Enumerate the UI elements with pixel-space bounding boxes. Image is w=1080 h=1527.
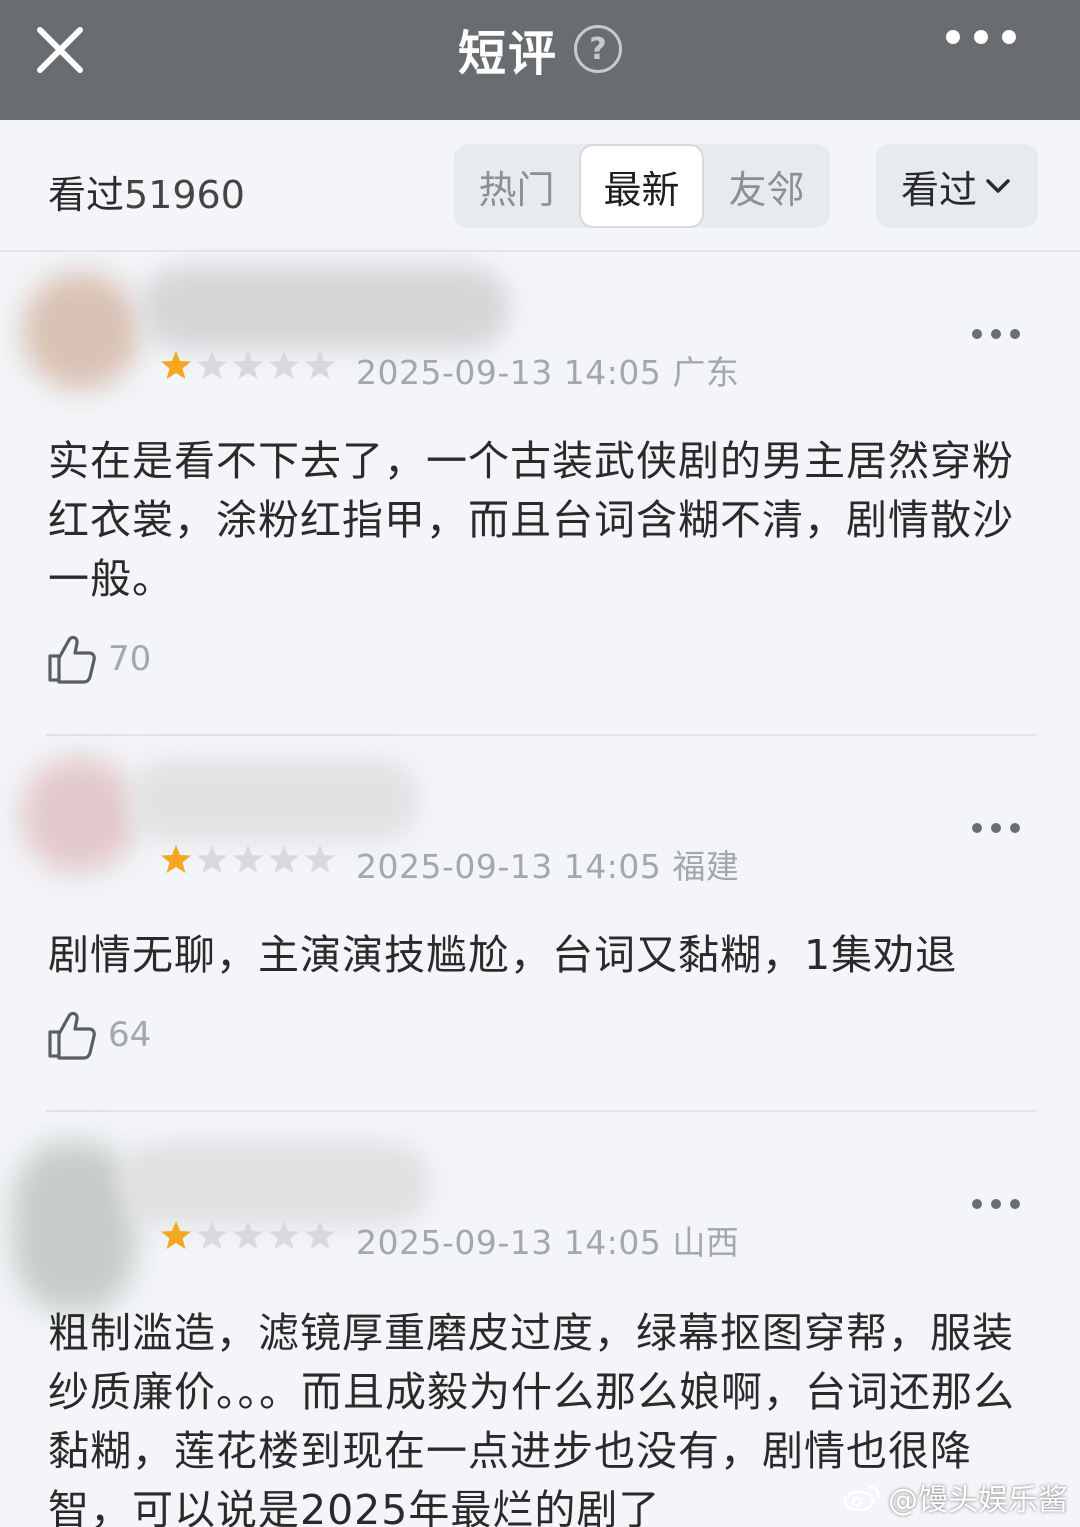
dot-icon xyxy=(1010,329,1020,339)
help-icon[interactable]: ? xyxy=(574,25,622,73)
review-more-button[interactable] xyxy=(972,329,1020,339)
review-text: 剧情无聊，主演演技尴尬，台词又黏糊，1集劝退 xyxy=(48,931,958,979)
review-text: 实在是看不下去了，一个古装武侠剧的男主居然穿粉红衣裳，涂粉红指甲，而且台词含糊不… xyxy=(48,437,1014,603)
avatar xyxy=(20,756,138,874)
rating-stars xyxy=(160,1219,336,1251)
star-empty-icon xyxy=(233,845,263,873)
rating-stars xyxy=(160,843,336,875)
top-bar: 短评 ? xyxy=(0,0,1080,120)
star-empty-icon xyxy=(269,1221,299,1249)
star-empty-icon xyxy=(197,845,227,873)
review-location: 广东 xyxy=(672,353,740,392)
dot-icon xyxy=(972,823,982,833)
dot-icon xyxy=(991,1199,1001,1209)
like-count: 70 xyxy=(108,639,152,679)
star-empty-icon xyxy=(233,351,263,379)
status-filter-label: 看过 xyxy=(900,167,977,212)
dot-icon xyxy=(1010,1199,1020,1209)
star-empty-icon xyxy=(269,351,299,379)
review-date: 2025-09-13 14:05 xyxy=(356,847,662,886)
status-filter-dropdown[interactable]: 看过 xyxy=(876,144,1038,228)
review-date: 2025-09-13 14:05 xyxy=(356,1223,662,1262)
dot-icon xyxy=(991,823,1001,833)
star-empty-icon xyxy=(269,845,299,873)
thumbs-up-icon xyxy=(48,1011,96,1060)
tab-hot[interactable]: 热门 xyxy=(454,144,579,228)
dot-icon xyxy=(974,30,988,44)
close-icon xyxy=(37,27,83,73)
star-filled-icon xyxy=(161,845,191,873)
username-blurred xyxy=(140,266,510,350)
review-meta: 2025-09-13 14:05 山西 xyxy=(356,1216,739,1264)
sort-tabs: 热门 最新 友邻 xyxy=(454,144,830,228)
review-more-button[interactable] xyxy=(972,823,1020,833)
star-filled-icon xyxy=(161,351,191,379)
chevron-down-icon xyxy=(986,179,1010,193)
avatar xyxy=(12,1142,136,1312)
review-item: 2025-09-13 14:05 山西 粗制滥造，滤镜厚重磨皮过度，绿幕抠图穿帮… xyxy=(0,1112,1080,1527)
seen-count: 看过51960 xyxy=(48,164,245,219)
star-empty-icon xyxy=(305,351,335,379)
more-options-button[interactable] xyxy=(946,30,1016,44)
tab-latest[interactable]: 最新 xyxy=(579,144,704,228)
tab-friends[interactable]: 友邻 xyxy=(704,144,829,228)
dot-icon xyxy=(946,30,960,44)
avatar xyxy=(22,272,140,390)
star-empty-icon xyxy=(233,1221,263,1249)
username-blurred xyxy=(120,1142,430,1226)
weibo-icon xyxy=(843,1485,880,1512)
review-location: 山西 xyxy=(672,1223,740,1262)
filter-bar: 看过51960 热门 最新 友邻 看过 xyxy=(0,120,1080,252)
star-empty-icon xyxy=(305,1221,335,1249)
star-filled-icon xyxy=(161,1221,191,1249)
title-group: 短评 ? xyxy=(458,14,622,84)
like-button[interactable]: 64 xyxy=(46,1008,151,1062)
rating-stars xyxy=(160,349,336,381)
star-empty-icon xyxy=(197,351,227,379)
watermark: @馒头娱乐酱 xyxy=(842,1475,1068,1519)
dot-icon xyxy=(1010,823,1020,833)
review-item: 2025-09-13 14:05 广东 实在是看不下去了，一个古装武侠剧的男主居… xyxy=(0,252,1080,736)
seen-count-label: 看过 xyxy=(48,173,125,217)
dot-icon xyxy=(1002,30,1016,44)
review-meta: 2025-09-13 14:05 广东 xyxy=(356,346,739,394)
review-more-button[interactable] xyxy=(972,1199,1020,1209)
page-title: 短评 xyxy=(457,26,558,82)
dot-icon xyxy=(972,329,982,339)
like-count: 64 xyxy=(108,1015,152,1055)
dot-icon xyxy=(991,329,1001,339)
thumbs-up-icon xyxy=(48,635,96,684)
review-meta: 2025-09-13 14:05 福建 xyxy=(356,840,739,888)
close-button[interactable] xyxy=(32,22,88,78)
review-date: 2025-09-13 14:05 xyxy=(356,353,662,392)
review-item: 2025-09-13 14:05 福建 剧情无聊，主演演技尴尬，台词又黏糊，1集… xyxy=(0,736,1080,1112)
star-empty-icon xyxy=(197,1221,227,1249)
username-blurred xyxy=(130,758,420,842)
dot-icon xyxy=(972,1199,982,1209)
seen-count-value: 51960 xyxy=(124,173,245,217)
watermark-text: @馒头娱乐酱 xyxy=(888,1483,1068,1518)
like-button[interactable]: 70 xyxy=(46,632,151,686)
star-empty-icon xyxy=(305,845,335,873)
review-location: 福建 xyxy=(672,847,740,886)
